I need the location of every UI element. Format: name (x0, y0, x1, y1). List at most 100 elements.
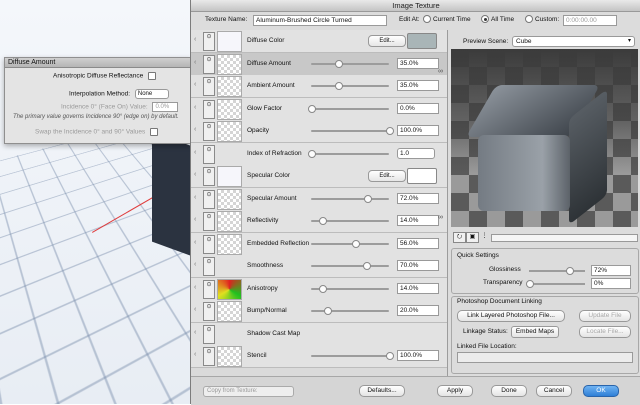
texture-lock-icon[interactable]: ⊙ (203, 234, 215, 254)
channel-row[interactable]: ‹ ⊙ Ambient Amount 35.0% (191, 75, 447, 98)
channel-row[interactable]: ‹ ⊙ Smoothness 70.0% (191, 255, 447, 278)
diffuse-color-swatch[interactable] (407, 33, 437, 49)
texture-lock-icon[interactable]: ⊙ (203, 189, 215, 209)
link-chain-icon[interactable]: ∞ (437, 68, 444, 75)
anisotropy-map-thumbnail[interactable] (217, 278, 242, 300)
linkage-status-select[interactable]: Embed Maps (511, 326, 559, 338)
swap-incidence-checkbox[interactable] (150, 128, 159, 136)
transparency-knob[interactable] (526, 280, 534, 288)
anisotropy-slider-knob[interactable] (318, 284, 327, 293)
channel-row[interactable]: ‹ ⊙ Specular Amount 72.0% (191, 187, 447, 211)
update-file-button[interactable]: Update File (579, 310, 631, 322)
reflectivity-slider[interactable] (311, 217, 389, 225)
index-of-refraction-value-field[interactable]: 1.0 (397, 147, 435, 159)
preview-render[interactable] (451, 49, 638, 227)
copy-from-texture-select[interactable]: Copy from Texture: (203, 386, 294, 397)
embedded-reflection-slider-knob[interactable] (351, 239, 360, 248)
anisotropic-diffuse-checkbox[interactable] (148, 72, 157, 80)
glow-factor-value-field[interactable]: 0.0% (397, 102, 439, 114)
index-of-refraction-map-thumbnail[interactable] (217, 144, 240, 163)
transparency-slider[interactable] (526, 280, 585, 288)
channel-row[interactable]: ‹ ⊙ Anisotropy 14.0% (191, 277, 447, 301)
stencil-slider-knob[interactable] (386, 352, 394, 360)
smoothness-map-thumbnail[interactable] (217, 256, 240, 275)
embedded-reflection-slider[interactable] (311, 239, 389, 248)
channel-row[interactable]: ‹ ⊙ Diffuse Amount 35.0% (191, 52, 447, 76)
texture-lock-icon[interactable]: ⊙ (203, 212, 215, 231)
texture-lock-icon[interactable]: ⊙ (203, 77, 215, 96)
expand-chevron-icon[interactable]: ‹ (194, 36, 196, 43)
channel-row[interactable]: ‹ ⊙ Opacity 100.0% (191, 120, 447, 143)
opacity-map-thumbnail[interactable] (217, 121, 242, 142)
bump-normal-slider[interactable] (311, 307, 389, 315)
custom-time-input[interactable]: 0:00:00.00 (563, 15, 617, 26)
texture-lock-icon[interactable]: ⊙ (203, 302, 215, 321)
expand-chevron-icon[interactable]: ‹ (194, 351, 196, 358)
texture-lock-icon[interactable]: ⊙ (203, 279, 215, 299)
texture-lock-icon[interactable]: ⊙ (203, 144, 215, 164)
opacity-slider-knob[interactable] (386, 127, 394, 135)
diffuse-amount-slider-knob[interactable] (335, 59, 344, 68)
texture-lock-icon[interactable]: ⊙ (203, 324, 215, 344)
index-of-refraction-slider-knob[interactable] (308, 149, 316, 158)
interpolation-method-select[interactable]: None (134, 89, 169, 99)
reflectivity-slider-knob[interactable] (318, 217, 327, 225)
radio-all-time[interactable]: All Time (481, 14, 514, 26)
smoothness-slider-knob[interactable] (362, 262, 371, 270)
link-photoshop-file-button[interactable]: Link Layered Photoshop File... (457, 310, 565, 322)
anisotropy-slider[interactable] (311, 284, 389, 293)
glow-factor-slider-knob[interactable] (308, 104, 316, 113)
expand-chevron-icon[interactable]: ‹ (194, 171, 196, 178)
anisotropy-value-field[interactable]: 14.0% (397, 282, 439, 294)
smoothness-value-field[interactable]: 70.0% (397, 260, 439, 271)
ambient-amount-slider[interactable] (311, 82, 389, 90)
texture-lock-icon[interactable]: ⊙ (203, 257, 215, 276)
channel-row[interactable]: ‹ ⊙ Shadow Cast Map (191, 322, 447, 346)
expand-chevron-icon[interactable]: ‹ (194, 104, 196, 111)
channel-row[interactable]: ‹ ⊙ Reflectivity 14.0% (191, 210, 447, 233)
diffuse-amount-slider[interactable] (311, 59, 389, 68)
opacity-slider[interactable] (311, 127, 394, 135)
texture-lock-icon[interactable]: ⊙ (203, 54, 215, 74)
radio-custom-button[interactable] (525, 15, 533, 24)
expand-chevron-icon[interactable]: ‹ (194, 194, 196, 201)
ok-button[interactable]: OK (583, 385, 619, 397)
radio-current-time-button[interactable] (423, 15, 431, 24)
texture-lock-icon[interactable]: ⊙ (203, 122, 215, 141)
index-of-refraction-slider[interactable] (308, 149, 389, 158)
bump-normal-value-field[interactable]: 20.0% (397, 305, 439, 316)
smoothness-slider[interactable] (311, 262, 389, 270)
link-chain-icon[interactable]: ∞ (437, 214, 444, 221)
channel-row[interactable]: ‹ ⊙ Embedded Reflection 56.0% (191, 232, 447, 256)
stencil-value-field[interactable]: 100.0% (397, 350, 439, 361)
expand-chevron-icon[interactable]: ‹ (194, 81, 196, 88)
diffuse-color-edit-button[interactable]: Edit... (368, 35, 406, 47)
preview-scene-select[interactable]: Cube (512, 36, 635, 47)
glow-factor-slider[interactable] (308, 104, 389, 113)
expand-chevron-icon[interactable]: ‹ (194, 59, 196, 66)
channel-row[interactable]: ‹ ⊙ Specular Color Edit... (191, 165, 447, 188)
radio-current-time[interactable]: Current Time (423, 14, 471, 26)
texture-lock-icon[interactable]: ⊙ (203, 99, 215, 119)
glossiness-field[interactable]: 72% (591, 265, 631, 276)
reflectivity-value-field[interactable]: 14.0% (397, 215, 439, 226)
texture-lock-icon[interactable]: ⊙ (203, 347, 215, 366)
specular-amount-slider-knob[interactable] (364, 194, 373, 203)
expand-chevron-icon[interactable]: ‹ (194, 306, 196, 313)
specular-color-swatch[interactable] (407, 168, 437, 184)
radio-all-time-button[interactable] (481, 15, 489, 24)
specular-color-edit-button[interactable]: Edit... (368, 170, 406, 182)
texture-lock-icon[interactable]: ⊙ (203, 32, 215, 51)
opacity-value-field[interactable]: 100.0% (397, 125, 439, 136)
glossiness-slider[interactable] (529, 267, 585, 275)
glow-factor-map-thumbnail[interactable] (217, 98, 242, 120)
specular-amount-value-field[interactable]: 72.0% (397, 192, 439, 204)
specular-amount-map-thumbnail[interactable] (217, 188, 242, 210)
expand-chevron-icon[interactable]: ‹ (194, 284, 196, 291)
diffuse-color-map-thumbnail[interactable] (217, 31, 242, 52)
bump-normal-map-thumbnail[interactable] (217, 301, 242, 322)
channel-row[interactable]: ‹ ⊙ Bump/Normal 20.0% (191, 300, 447, 323)
apply-button[interactable]: Apply (437, 385, 473, 397)
done-button[interactable]: Done (491, 385, 527, 397)
defaults-button[interactable]: Defaults... (359, 385, 405, 397)
